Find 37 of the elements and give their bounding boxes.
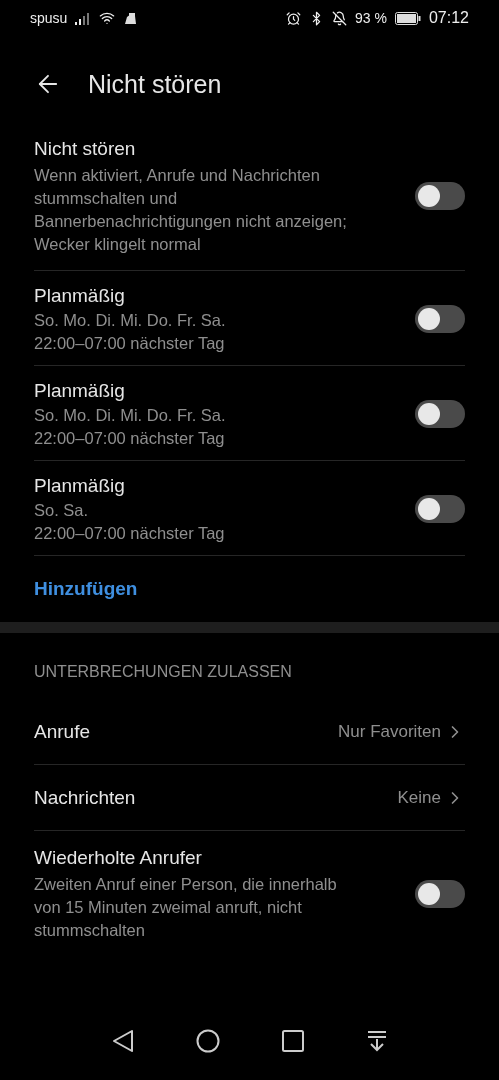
toggle-switch[interactable] bbox=[415, 305, 465, 333]
back-icon[interactable] bbox=[111, 1029, 134, 1053]
schedule-title: Planmäßig bbox=[34, 284, 126, 308]
setting-title: Nicht stören bbox=[34, 137, 137, 161]
setting-value: Nur Favoriten bbox=[338, 722, 441, 742]
toggle-switch[interactable] bbox=[415, 495, 465, 523]
wifi-icon bbox=[99, 10, 116, 26]
setting-title: Wiederholte Anrufer bbox=[34, 846, 203, 870]
setting-title[interactable]: Anrufe bbox=[34, 719, 322, 745]
setting-description: Zweiten Anruf einer Person, die innerhalb von 15 Minuten zweimal anruft, nicht stummschalten bbox=[34, 874, 338, 941]
page-title: Nicht stören bbox=[88, 69, 222, 99]
recents-icon[interactable] bbox=[281, 1030, 304, 1052]
schedule-time: 22:00–07:00 nächster Tag bbox=[34, 333, 226, 354]
toggle-switch[interactable] bbox=[415, 879, 465, 908]
signal-icon bbox=[75, 11, 92, 25]
clock-time: 07:12 bbox=[428, 9, 469, 27]
bell-off-icon bbox=[332, 10, 348, 26]
schedule-title: Planmäßig bbox=[34, 474, 126, 498]
schedule-time: 22:00–07:00 nächster Tag bbox=[34, 523, 226, 544]
battery-icon bbox=[394, 11, 421, 25]
schedule-time: 22:00–07:00 nächster Tag bbox=[34, 428, 226, 449]
schedule-days: So. Sa. bbox=[34, 499, 364, 522]
section-heading: UNTERBRECHUNGEN ZULASSEN bbox=[33, 662, 293, 682]
schedule-days: So. Mo. Di. Mi. Do. Fr. Sa. bbox=[34, 404, 364, 427]
toggle-switch[interactable] bbox=[415, 182, 465, 210]
battery-percentage: 93 % bbox=[355, 10, 387, 26]
setting-value: Keine bbox=[397, 788, 441, 808]
setting-description: Wenn aktiviert, Anrufe und Nachrichten stummschalten und Bannerbenachrichtigungen nicht anzeigen; Wecker klingelt normal bbox=[34, 165, 348, 255]
home-icon[interactable] bbox=[195, 1029, 220, 1053]
notification-pull-icon[interactable] bbox=[365, 1030, 388, 1052]
toggle-switch[interactable] bbox=[415, 400, 465, 428]
alarm-icon bbox=[286, 10, 302, 26]
schedule-days: So. Mo. Di. Mi. Do. Fr. Sa. bbox=[34, 309, 364, 332]
add-link[interactable]: Hinzufügen bbox=[34, 556, 138, 622]
setting-title[interactable]: Nachrichten bbox=[34, 785, 382, 811]
carrier-name: spusu bbox=[30, 10, 68, 26]
schedule-title: Planmäßig bbox=[34, 379, 126, 403]
